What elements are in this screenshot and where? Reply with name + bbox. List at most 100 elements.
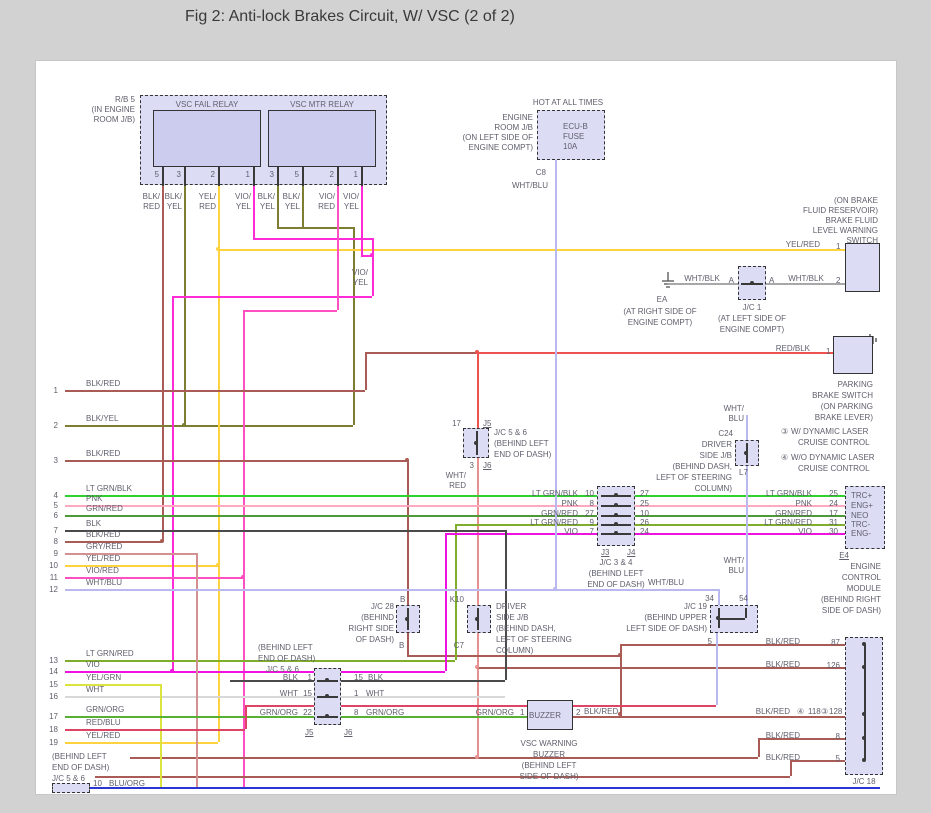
wire-label: YEL <box>343 202 359 211</box>
wire-segment <box>337 167 339 186</box>
wire-label: END OF DASH) <box>52 763 110 772</box>
wire-label: FLUID RESERVOIR) <box>803 206 878 215</box>
wire-label: 8 <box>53 537 58 546</box>
wire-label: BLK/ <box>164 192 182 201</box>
wire-label: YEL <box>166 202 182 211</box>
wire-label: GRN/RED <box>541 509 578 518</box>
wire-label: LEFT OF STEERING <box>496 635 572 644</box>
wire-label: J/C 5 & 6 <box>494 428 527 437</box>
wire-label: BLK/YEL <box>86 414 119 423</box>
junction-dot <box>614 522 618 526</box>
wire-label: J/C 28 <box>370 602 394 611</box>
junction-dot <box>216 563 220 567</box>
wire-segment <box>88 787 880 789</box>
wire-label: VIO/ <box>351 268 368 277</box>
wire-segment <box>361 185 363 255</box>
wire-label: R/B 5 <box>114 95 135 104</box>
wire-label: 17 <box>49 712 58 721</box>
wire-label: (ON PARKING <box>820 402 873 411</box>
wire-label: 8 <box>835 732 840 741</box>
wire-segment <box>864 644 866 760</box>
wire-label: 15 <box>49 680 58 689</box>
wire-label: LT GRN/RED <box>530 518 578 527</box>
wire-label: 8 <box>354 708 359 717</box>
wire-segment <box>277 227 353 229</box>
wire-segment <box>455 524 457 660</box>
wire-label: VIO/RED <box>86 566 119 575</box>
wire-label: YEL <box>352 278 368 287</box>
wire-label: 31 <box>829 518 838 527</box>
wire-label: SIDE J/B <box>699 451 732 460</box>
wire-label: 2 <box>53 421 58 430</box>
wire-label: WHT/BLU <box>512 181 548 190</box>
wire-label: (BEHIND UPPER <box>644 613 707 622</box>
junction-dot <box>325 714 329 718</box>
wire-label: WHT/BLK <box>684 274 720 283</box>
wire-label: 15 <box>354 673 363 682</box>
wire-label: COLUMN) <box>694 484 732 493</box>
wire-label: J/C 5 & 6 <box>52 774 85 783</box>
junction-dot <box>614 493 618 497</box>
wire-segment <box>253 167 255 186</box>
wire-label: 126 <box>826 661 840 670</box>
wire-label: PNK <box>86 494 103 503</box>
wire-label: 14 <box>49 667 58 676</box>
wire-label: BRAKE SWITCH <box>812 391 873 400</box>
wire-label: LT GRN/BLK <box>86 484 132 493</box>
wire-label: WHT <box>366 689 385 698</box>
wire-label: J3 <box>601 548 610 557</box>
wire-segment <box>337 185 339 310</box>
junction-dot <box>241 575 245 579</box>
wire-label: B <box>400 595 406 604</box>
wire-label: BLK/RED <box>765 660 800 669</box>
junction-dot <box>618 712 622 716</box>
ecu-b-fuse-label: ECU-B <box>563 122 588 131</box>
page-title: Fig 2: Anti-lock Brakes Circuit, W/ VSC … <box>185 8 515 25</box>
wire-segment <box>746 415 748 440</box>
wire-label: BRAKE LEVER) <box>814 413 873 422</box>
wire-label: ROOM J/B) <box>93 115 135 124</box>
junction-dot <box>862 665 866 669</box>
wire-label: ④ <box>781 453 789 462</box>
wire-label: OF DASH) <box>355 635 394 644</box>
wire-segment <box>445 533 447 671</box>
wire-label: 3 <box>53 456 58 465</box>
wire-label: GRN/RED <box>775 509 812 518</box>
wire-label: BRAKE FLUID <box>825 216 878 225</box>
wire-label: 11 <box>49 573 58 582</box>
wire-label: CRUISE CONTROL <box>798 464 870 473</box>
wire-label: B <box>399 641 405 650</box>
wire-label: BLK/RED <box>86 379 121 388</box>
wire-label: VIO/ <box>234 192 251 201</box>
wire-label: BUZZER <box>533 750 565 759</box>
wire-label: WHT/BLU <box>86 578 122 587</box>
wire-label: (AT LEFT SIDE OF <box>717 314 787 323</box>
wire-segment <box>65 696 314 698</box>
wire-label: ③ <box>821 707 829 716</box>
wire-label: C24 <box>718 429 733 438</box>
wire-label: 118 <box>808 707 821 716</box>
wire-label: LEFT OF STEERING <box>656 473 732 482</box>
wire-label: LT GRN/RED <box>86 649 134 658</box>
wire-label: END OF DASH) <box>258 654 316 663</box>
wire-label: BLU <box>728 414 744 423</box>
wire-label: ENG+ <box>851 501 874 510</box>
wire-label: YEL <box>259 202 275 211</box>
wire-label: LT GRN/RED <box>764 518 812 527</box>
wire-label: CRUISE CONTROL <box>798 438 870 447</box>
wire-segment <box>65 505 845 507</box>
wire-label: YEL/ <box>198 192 216 201</box>
wire-label: BLK <box>86 519 102 528</box>
wire-label: 15 <box>303 689 312 698</box>
wire-label: J/C 3 & 4 <box>599 558 633 567</box>
wire-segment <box>277 167 279 186</box>
wire-label: K10 <box>449 595 464 604</box>
wire-label: J6 <box>344 728 353 737</box>
wire-label: SIDE J/B <box>496 613 529 622</box>
wire-label: BLU/ORG <box>109 779 146 788</box>
wire-label: (ON LEFT SIDE OF <box>462 133 533 142</box>
wire-label: 2 <box>576 708 581 717</box>
wire-label: 4 <box>53 491 58 500</box>
wire-segment <box>65 495 845 497</box>
junction-dot <box>862 712 866 716</box>
